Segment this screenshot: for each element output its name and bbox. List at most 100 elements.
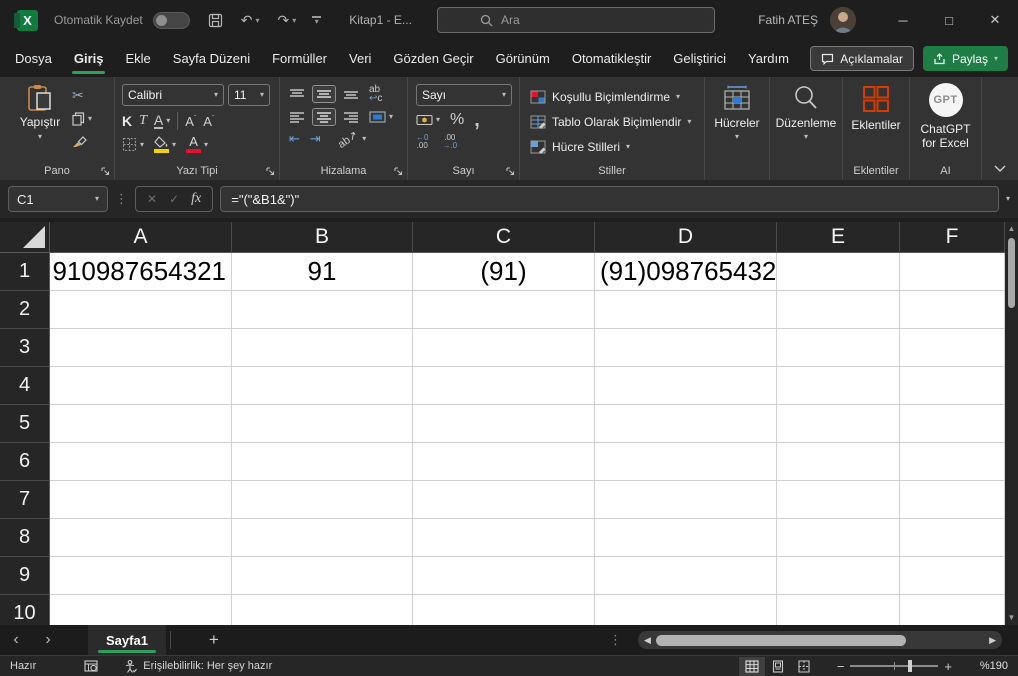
cell-A1[interactable]: 910987654321 bbox=[50, 253, 232, 291]
underline-button[interactable]: A ▾ bbox=[154, 113, 170, 129]
cell-C3[interactable] bbox=[413, 329, 595, 367]
decrease-indent-button[interactable]: ⇤ bbox=[286, 129, 303, 149]
customize-toolbar-button[interactable]: ▾ bbox=[312, 16, 321, 24]
cell-F5[interactable] bbox=[900, 405, 1005, 443]
select-all-button[interactable] bbox=[0, 222, 50, 253]
search-input[interactable]: Ara bbox=[437, 7, 715, 33]
cell-E8[interactable] bbox=[777, 519, 900, 557]
row-header-4[interactable]: 4 bbox=[0, 367, 50, 405]
accessibility-status[interactable]: Erişilebilirlik: Her şey hazır bbox=[124, 660, 272, 673]
cell-A8[interactable] bbox=[50, 519, 232, 557]
percent-style-button[interactable]: % bbox=[450, 111, 464, 129]
copy-button[interactable]: ▾ bbox=[72, 112, 92, 126]
maximize-button[interactable]: □ bbox=[926, 0, 972, 40]
undo-dropdown[interactable]: ▾ bbox=[255, 16, 259, 25]
cell-E10[interactable] bbox=[777, 595, 900, 625]
cell-E7[interactable] bbox=[777, 481, 900, 519]
paste-button[interactable]: Yapıştır ▾ bbox=[12, 84, 68, 141]
align-top-button[interactable] bbox=[286, 86, 308, 102]
cell-F6[interactable] bbox=[900, 443, 1005, 481]
cell-F3[interactable] bbox=[900, 329, 1005, 367]
row-header-10[interactable]: 10 bbox=[0, 595, 50, 625]
undo-button[interactable]: ↶▾ bbox=[241, 12, 260, 29]
scroll-down-icon[interactable]: ▼ bbox=[1008, 613, 1016, 623]
cell-B3[interactable] bbox=[232, 329, 413, 367]
cell-D5[interactable] bbox=[595, 405, 777, 443]
row-header-3[interactable]: 3 bbox=[0, 329, 50, 367]
cell-E2[interactable] bbox=[777, 291, 900, 329]
row-header-2[interactable]: 2 bbox=[0, 291, 50, 329]
avatar[interactable] bbox=[830, 7, 856, 33]
cell-D6[interactable] bbox=[595, 443, 777, 481]
align-center-button[interactable] bbox=[312, 108, 336, 126]
cell-E4[interactable] bbox=[777, 367, 900, 405]
close-button[interactable]: ✕ bbox=[972, 0, 1018, 40]
cell-D1[interactable]: (91)0987654321 bbox=[595, 253, 777, 291]
cell-D4[interactable] bbox=[595, 367, 777, 405]
cell-B7[interactable] bbox=[232, 481, 413, 519]
cell-A4[interactable] bbox=[50, 367, 232, 405]
align-left-button[interactable] bbox=[286, 109, 308, 125]
expand-formula-bar-button[interactable]: ▾ bbox=[1006, 195, 1010, 203]
cut-button[interactable]: ✂ bbox=[72, 87, 92, 104]
cell-E1[interactable] bbox=[777, 253, 900, 291]
zoom-out-button[interactable]: − bbox=[831, 659, 851, 674]
name-box[interactable]: C1 ▾ bbox=[8, 186, 108, 212]
cell-A10[interactable] bbox=[50, 595, 232, 625]
cell-B10[interactable] bbox=[232, 595, 413, 625]
column-header-C[interactable]: C bbox=[413, 222, 595, 253]
cell-C4[interactable] bbox=[413, 367, 595, 405]
ribbon-tab-dosya[interactable]: Dosya bbox=[4, 40, 63, 77]
cell-C8[interactable] bbox=[413, 519, 595, 557]
cell-E9[interactable] bbox=[777, 557, 900, 595]
cell-B8[interactable] bbox=[232, 519, 413, 557]
row-header-7[interactable]: 7 bbox=[0, 481, 50, 519]
vertical-scroll-thumb[interactable] bbox=[1008, 238, 1015, 308]
scroll-right-icon[interactable]: ▶ bbox=[989, 635, 996, 646]
format-as-table-button[interactable]: Tablo Olarak Biçimlendir ▾ bbox=[530, 109, 704, 134]
align-bottom-button[interactable] bbox=[340, 86, 362, 102]
column-header-D[interactable]: D bbox=[595, 222, 777, 253]
cell-E5[interactable] bbox=[777, 405, 900, 443]
cell-F8[interactable] bbox=[900, 519, 1005, 557]
cell-D7[interactable] bbox=[595, 481, 777, 519]
fill-color-button[interactable]: ▾ bbox=[154, 136, 176, 153]
cancel-formula-button[interactable]: ✕ bbox=[147, 192, 157, 206]
cell-B2[interactable] bbox=[232, 291, 413, 329]
formula-input[interactable]: ="("&B1&")" bbox=[220, 186, 999, 212]
ribbon-tab-veri[interactable]: Veri bbox=[338, 40, 382, 77]
cell-F7[interactable] bbox=[900, 481, 1005, 519]
cell-C2[interactable] bbox=[413, 291, 595, 329]
cell-A7[interactable] bbox=[50, 481, 232, 519]
cell-F1[interactable] bbox=[900, 253, 1005, 291]
ribbon-tab-geliştirici[interactable]: Geliştirici bbox=[662, 40, 737, 77]
accounting-format-button[interactable]: ▾ bbox=[416, 114, 440, 126]
insert-function-button[interactable]: fx bbox=[191, 191, 201, 207]
bold-button[interactable]: K bbox=[122, 113, 132, 129]
zoom-in-button[interactable]: + bbox=[938, 659, 958, 674]
decrease-decimal-button[interactable]: .00 →.0 bbox=[442, 134, 457, 150]
row-header-1[interactable]: 1 bbox=[0, 253, 50, 291]
cell-E6[interactable] bbox=[777, 443, 900, 481]
next-sheet-button[interactable]: › bbox=[32, 631, 64, 649]
cell-D9[interactable] bbox=[595, 557, 777, 595]
cell-C6[interactable] bbox=[413, 443, 595, 481]
column-header-F[interactable]: F bbox=[900, 222, 1005, 253]
cell-C7[interactable] bbox=[413, 481, 595, 519]
cell-F9[interactable] bbox=[900, 557, 1005, 595]
cells-button[interactable]: Hücreler ▾ bbox=[705, 77, 769, 180]
grow-font-button[interactable]: Aˆ bbox=[185, 114, 196, 129]
cell-A5[interactable] bbox=[50, 405, 232, 443]
excel-app-icon[interactable]: X bbox=[17, 10, 38, 31]
redo-dropdown[interactable]: ▾ bbox=[292, 16, 296, 25]
cell-F10[interactable] bbox=[900, 595, 1005, 625]
borders-button[interactable]: ▾ bbox=[122, 137, 144, 152]
cell-C5[interactable] bbox=[413, 405, 595, 443]
cell-B4[interactable] bbox=[232, 367, 413, 405]
column-header-A[interactable]: A bbox=[50, 222, 232, 253]
macro-record-button[interactable] bbox=[84, 660, 98, 672]
comments-button[interactable]: Açıklamalar bbox=[810, 46, 914, 71]
align-right-button[interactable] bbox=[340, 109, 362, 125]
cell-A9[interactable] bbox=[50, 557, 232, 595]
font-name-combo[interactable]: Calibri▾ bbox=[122, 84, 224, 106]
